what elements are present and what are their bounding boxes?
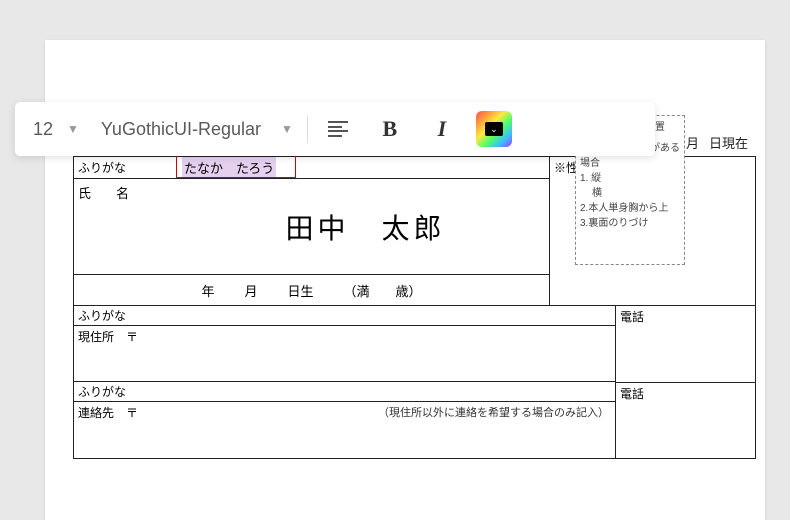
name-label: 氏 名 [74,179,182,274]
month-label: 月 [686,133,699,152]
telephone-column: 電話 電話 [615,306,755,458]
bold-button[interactable]: B [368,109,412,149]
font-size-dropdown[interactable]: 12 ▼ [25,119,87,140]
photo-line1b: 横 [580,186,680,201]
current-address-row[interactable]: 現住所 〒 [74,326,615,382]
birth-row[interactable]: 年 月 日生 （満 歳） [74,275,549,305]
bold-icon: B [383,116,398,142]
text-color-button[interactable]: ⌄ [472,109,516,149]
address-furigana-row[interactable]: ふりがな [74,306,615,326]
separator [307,115,308,143]
day-label: 日現在 [709,133,748,152]
birth-year-label: 年 [201,281,214,300]
address-left-column: ふりがな 現住所 〒 ふりがな 連絡先 〒 （現住所以外に連絡を希望する場合のみ… [74,306,615,458]
name-left-column: ふりがな たなか たろう 氏 名 田中 太郎 年 月 日生 （満 歳） [74,157,549,305]
name-value[interactable]: 田中 太郎 [182,179,549,274]
furigana-label: ふりがな [74,159,182,176]
italic-icon: I [438,116,447,142]
photo-line2: 2.本人単身胸から上 [580,201,680,216]
telephone-cell-2[interactable]: 電話 [616,383,755,459]
contact-note: （現住所以外に連絡を希望する場合のみ記入） [378,404,609,420]
chevron-down-icon: ⌄ [490,124,498,135]
chevron-down-icon: ▼ [281,122,293,136]
chevron-down-icon: ▼ [67,122,79,136]
contact-furigana-row[interactable]: ふりがな [74,382,615,402]
address-section: ふりがな 現住所 〒 ふりがな 連絡先 〒 （現住所以外に連絡を希望する場合のみ… [73,306,756,459]
text-toolbar: 12 ▼ YuGothicUI-Regular ▼ B I ⌄ [15,102,655,156]
telephone-cell-1[interactable]: 電話 [616,306,755,383]
contact-address-row[interactable]: 連絡先 〒 （現住所以外に連絡を希望する場合のみ記入） [74,402,615,458]
font-size-value: 12 [33,119,53,140]
photo-line1: 1. 縦 [580,171,680,186]
italic-button[interactable]: I [420,109,464,149]
birth-day-label: 日生 [288,281,314,300]
birth-month-label: 月 [244,281,257,300]
furigana-value[interactable]: たなか たろう [182,157,276,178]
birth-age-label: （満 歳） [344,281,422,300]
current-address-label: 現住所 〒 [78,330,138,344]
align-left-button[interactable] [316,109,360,149]
font-family-value: YuGothicUI-Regular [101,119,261,140]
contact-address-label: 連絡先 〒 [78,406,138,420]
name-row[interactable]: 氏 名 田中 太郎 [74,179,549,275]
font-family-dropdown[interactable]: YuGothicUI-Regular ▼ [95,119,299,140]
furigana-row[interactable]: ふりがな たなか たろう [74,157,549,179]
color-swatch-icon: ⌄ [476,111,512,147]
align-left-icon [328,121,348,137]
furigana-value-wrap: たなか たろう [182,157,549,178]
photo-line3: 3.裏面のりづけ [580,216,680,231]
